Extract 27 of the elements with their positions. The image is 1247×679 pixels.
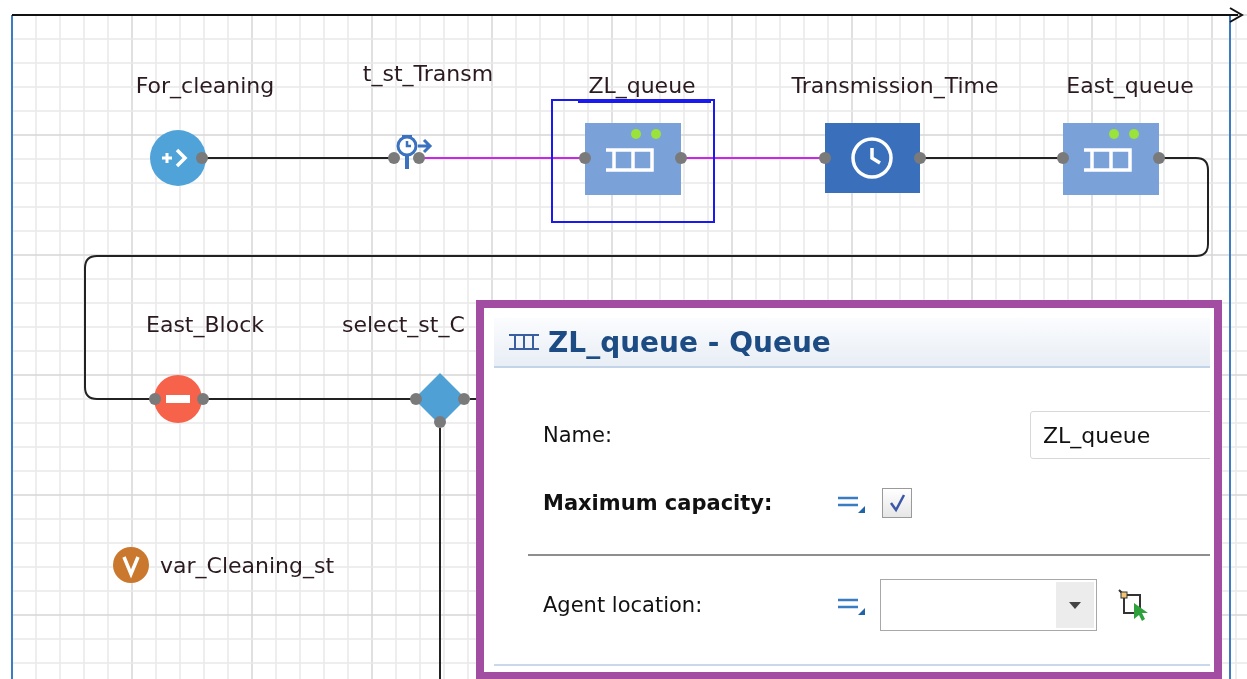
checkbox[interactable] <box>882 488 912 518</box>
field-label: Name: <box>543 423 614 447</box>
node-label: t_st_Transm <box>362 61 494 86</box>
queue-node[interactable] <box>1057 123 1165 195</box>
source-node[interactable] <box>150 130 208 186</box>
name-field[interactable]: ZL_queue <box>1030 411 1210 459</box>
stopwatch-node[interactable] <box>388 135 433 169</box>
node-label: East_Block <box>146 312 264 337</box>
field-label: Maximum capacity: <box>543 491 774 515</box>
check-icon <box>888 493 906 513</box>
queue-node[interactable] <box>579 123 687 195</box>
panel-title: ZL_queue - Queue <box>548 325 831 359</box>
node-label: For_cleaning <box>135 73 275 98</box>
delay-node[interactable] <box>819 123 926 193</box>
queue-icon <box>508 332 540 352</box>
node-label: East_queue <box>1066 73 1194 98</box>
node-label: ZL_queue <box>588 73 696 98</box>
node-label: select_st_C <box>342 312 465 337</box>
select-output-node[interactable] <box>410 373 470 428</box>
variable-label: var_Cleaning_st <box>160 553 335 578</box>
node-label: Transmission_Time <box>791 73 999 98</box>
connector[interactable] <box>84 157 1209 400</box>
dropdown[interactable] <box>880 579 1097 631</box>
hold-node[interactable] <box>149 375 209 423</box>
field-label: Agent location: <box>543 593 704 617</box>
caret-icon <box>1069 601 1081 609</box>
variable-icon[interactable] <box>113 547 149 583</box>
